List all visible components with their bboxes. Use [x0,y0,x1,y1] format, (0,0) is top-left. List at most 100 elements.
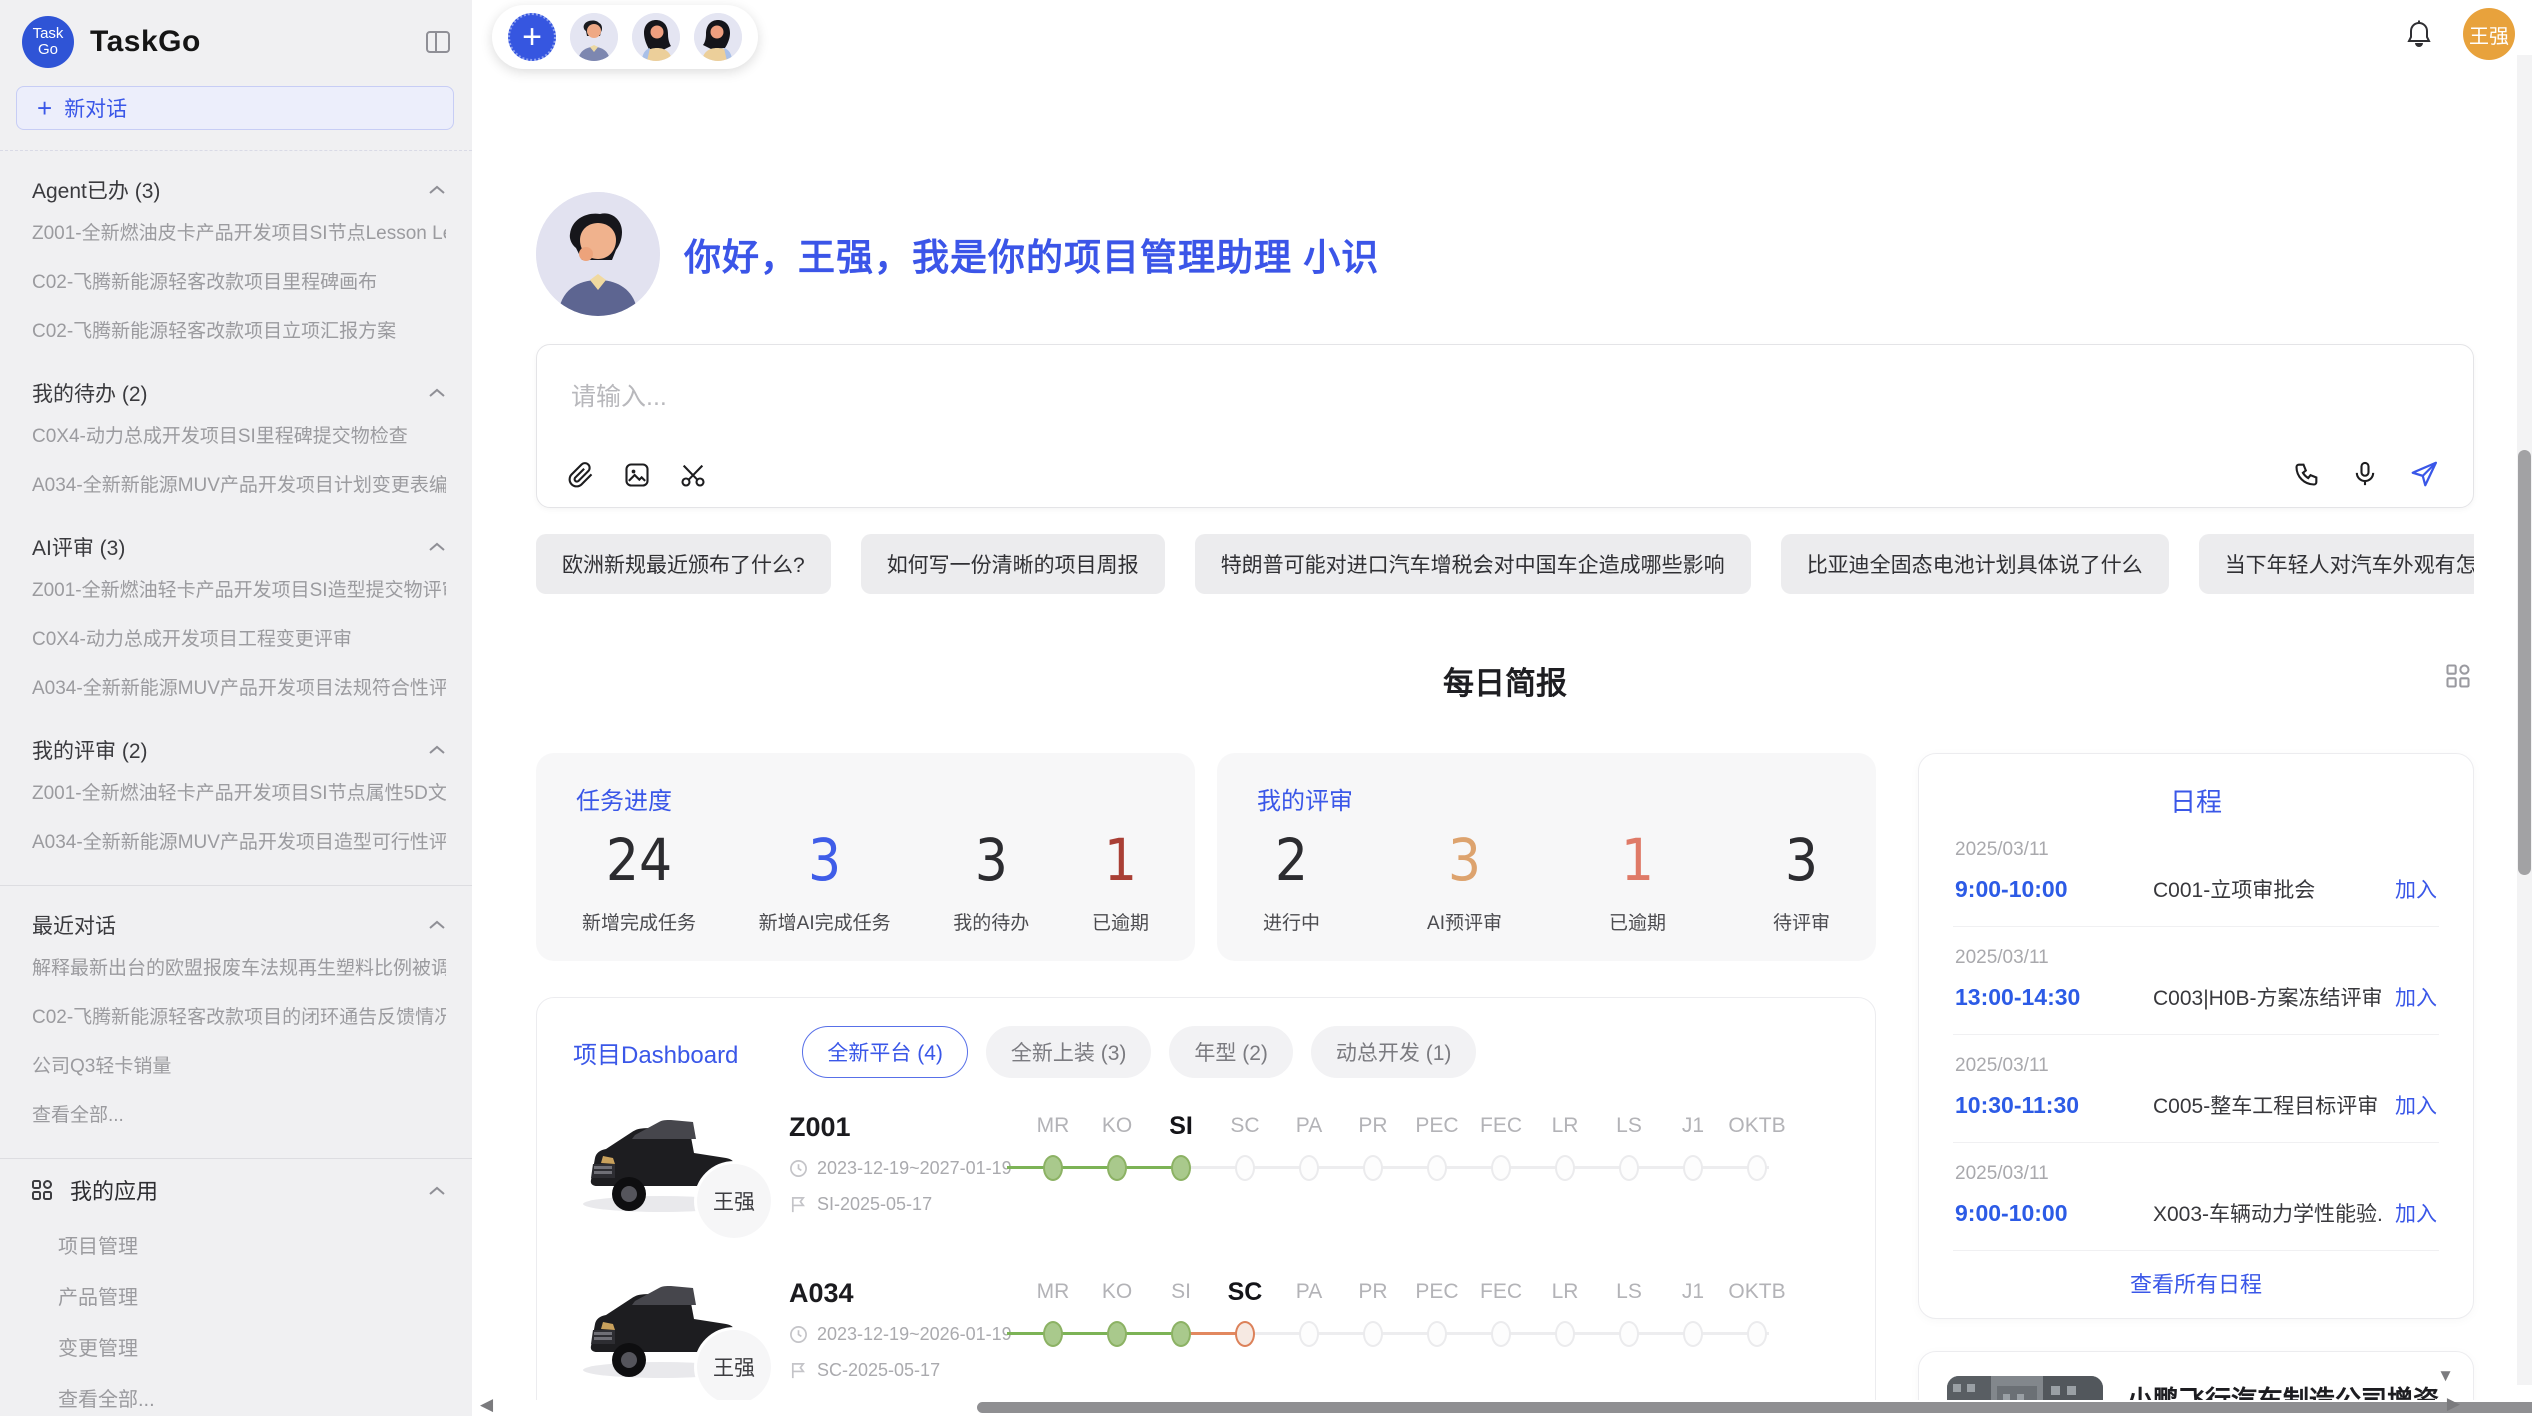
recent-chat-item[interactable]: C02-飞腾新能源轻客改款项目的闭环通告反馈情况 [32,991,446,1040]
avatar[interactable] [570,13,618,61]
recent-chat-item[interactable]: 公司Q3轻卡销量 [32,1040,446,1089]
horizontal-scrollbar-track[interactable] [472,1400,2517,1416]
layout-grid-icon[interactable] [2444,662,2472,695]
stat-my-todo: 3 我的待办 [953,826,1029,935]
project-dashboard-title: 项目Dashboard [573,1035,738,1070]
chevron-up-icon[interactable] [428,913,446,937]
sidebar-item-project-mgmt[interactable]: 项目管理 [58,1219,472,1270]
vertical-scrollbar-thumb[interactable] [2518,450,2531,875]
milestone: PR [1341,1276,1405,1347]
sidebar-collapse-icon[interactable] [424,29,452,55]
suggestion-chip[interactable]: 欧洲新规最近颁布了什么? [536,534,831,594]
milestone-dot [1299,1155,1319,1181]
scissors-icon[interactable] [679,461,707,489]
schedule-event-title: X003-车辆动力学性能验... [2153,1198,2383,1228]
sidebar-item[interactable]: Z001-全新燃油皮卡产品开发项目SI节点Lesson Learn报告 [32,207,446,256]
sidebar-item[interactable]: Z001-全新燃油轻卡产品开发项目SI节点属性5D文件评审 [32,767,446,816]
scroll-right-arrow[interactable]: ▶ [2447,1395,2460,1412]
project-row[interactable]: 王强 A034 2023-12- [573,1274,1839,1410]
phone-call-icon[interactable] [2293,460,2321,488]
chat-input-placeholder: 请输入... [571,377,667,413]
input-tools-left [567,461,707,489]
sidebar-scroll: Agent已办 (3) Z001-全新燃油皮卡产品开发项目SI节点Lesson … [0,150,472,1416]
sidebar-item-product-mgmt[interactable]: 产品管理 [58,1270,472,1321]
milestone-track: MR KO SI SC PA PR PEC FEC LR LS [1021,1276,1839,1396]
chevron-up-icon[interactable] [428,535,446,559]
stat-new-done: 24 新增完成任务 [582,826,696,935]
stat-value: 3 [1427,826,1502,896]
task-progress-card: 任务进度 24 新增完成任务 3 新增AI完成任务 [536,753,1195,961]
stat-label: 进行中 [1263,908,1320,935]
apps-view-all[interactable]: 查看全部... [58,1372,472,1416]
section-title: AI评审 (3) [32,532,125,562]
tab-model-year[interactable]: 年型 (2) [1169,1026,1293,1078]
section-ai-review[interactable]: AI评审 (3) [32,532,446,562]
new-conversation-button[interactable]: + [508,13,556,61]
stat-label: 已逾期 [1609,908,1666,935]
schedule-date: 2025/03/11 [1955,947,2437,969]
section-title: Agent已办 (3) [32,175,160,205]
taskgo-logo: Task Go [22,16,74,68]
send-icon[interactable] [2409,459,2439,489]
sidebar-item[interactable]: A034-全新新能源MUV产品开发项目计划变更表编写 [32,459,446,508]
sidebar-item[interactable]: C0X4-动力总成开发项目SI里程碑提交物检查 [32,410,446,459]
join-button[interactable]: 加入 [2395,1198,2437,1228]
milestone: KO [1085,1110,1149,1181]
notification-bell-icon[interactable] [2405,19,2433,49]
recent-chat-item[interactable]: 解释最新出台的欧盟报废车法规再生塑料比例被调至15%... [32,942,446,991]
microphone-icon[interactable] [2351,460,2379,488]
vertical-scrollbar-track[interactable] [2517,55,2532,1385]
milestone-dot [1427,1155,1447,1181]
chevron-up-icon[interactable] [428,178,446,202]
milestone: FEC [1469,1110,1533,1181]
section-title: 我的评审 (2) [32,735,148,765]
project-info: Z001 2023-12-19~2027-01-19 [773,1108,1021,1215]
stat-review-overdue: 1 已逾期 [1609,826,1666,935]
chevron-up-icon[interactable] [428,738,446,762]
section-recent-chats[interactable]: 最近对话 [32,910,446,940]
stat-in-progress: 2 进行中 [1263,826,1320,935]
avatar[interactable] [632,13,680,61]
milestone: MR [1021,1276,1085,1347]
user-avatar[interactable]: 王强 [2463,8,2515,60]
sidebar-item[interactable]: C0X4-动力总成开发项目工程变更评审 [32,613,446,662]
avatar[interactable] [694,13,742,61]
chevron-up-icon[interactable] [428,1177,446,1203]
project-row[interactable]: 王强 Z001 2023-12- [573,1108,1839,1244]
clock-icon [789,1159,808,1178]
scroll-down-arrow[interactable]: ▼ [2437,1367,2454,1384]
suggestion-chip[interactable]: 如何写一份清晰的项目周报 [861,534,1165,594]
tab-new-body[interactable]: 全新上装 (3) [986,1026,1152,1078]
new-chat-button[interactable]: + 新对话 [16,86,454,130]
sidebar-item[interactable]: C02-飞腾新能源轻客改款项目立项汇报方案 [32,305,446,354]
attachment-icon[interactable] [567,461,595,489]
join-button[interactable]: 加入 [2395,1090,2437,1120]
join-button[interactable]: 加入 [2395,982,2437,1012]
scroll-left-arrow[interactable]: ◀ [480,1396,493,1413]
view-all-schedule-link[interactable]: 查看所有日程 [1953,1267,2439,1299]
image-upload-icon[interactable] [623,461,651,489]
milestone-dot [1107,1321,1127,1347]
horizontal-scrollbar-thumb[interactable] [977,1402,2532,1413]
section-my-todo[interactable]: 我的待办 (2) [32,378,446,408]
chat-input-box[interactable]: 请输入... [536,344,2474,508]
sidebar-item[interactable]: A034-全新新能源MUV产品开发项目造型可行性评审 [32,816,446,865]
milestone-dot [1363,1155,1383,1181]
recent-view-all[interactable]: 查看全部... [32,1089,446,1138]
milestone-dot [1043,1321,1063,1347]
sidebar-item[interactable]: C02-飞腾新能源轻客改款项目里程碑画布 [32,256,446,305]
suggestion-chip[interactable]: 特朗普可能对进口汽车增税会对中国车企造成哪些影响 [1195,534,1751,594]
sidebar-item-my-apps[interactable]: 我的应用 [30,1161,446,1219]
sidebar-item[interactable]: A034-全新新能源MUV产品开发项目法规符合性评审 [32,662,446,711]
join-button[interactable]: 加入 [2395,874,2437,904]
sidebar-item[interactable]: Z001-全新燃油轻卡产品开发项目SI造型提交物评审 [32,564,446,613]
section-agent-done[interactable]: Agent已办 (3) [32,175,446,205]
tab-new-platform[interactable]: 全新平台 (4) [802,1026,968,1078]
milestone-dot [1043,1155,1063,1181]
section-my-review[interactable]: 我的评审 (2) [32,735,446,765]
suggestion-chip[interactable]: 比亚迪全固态电池计划具体说了什么 [1781,534,2169,594]
suggestion-chip[interactable]: 当下年轻人对汽车外观有怎样的喜好趋势 [2199,534,2474,594]
sidebar-item-change-mgmt[interactable]: 变更管理 [58,1321,472,1372]
tab-powertrain[interactable]: 动总开发 (1) [1311,1026,1477,1078]
chevron-up-icon[interactable] [428,381,446,405]
